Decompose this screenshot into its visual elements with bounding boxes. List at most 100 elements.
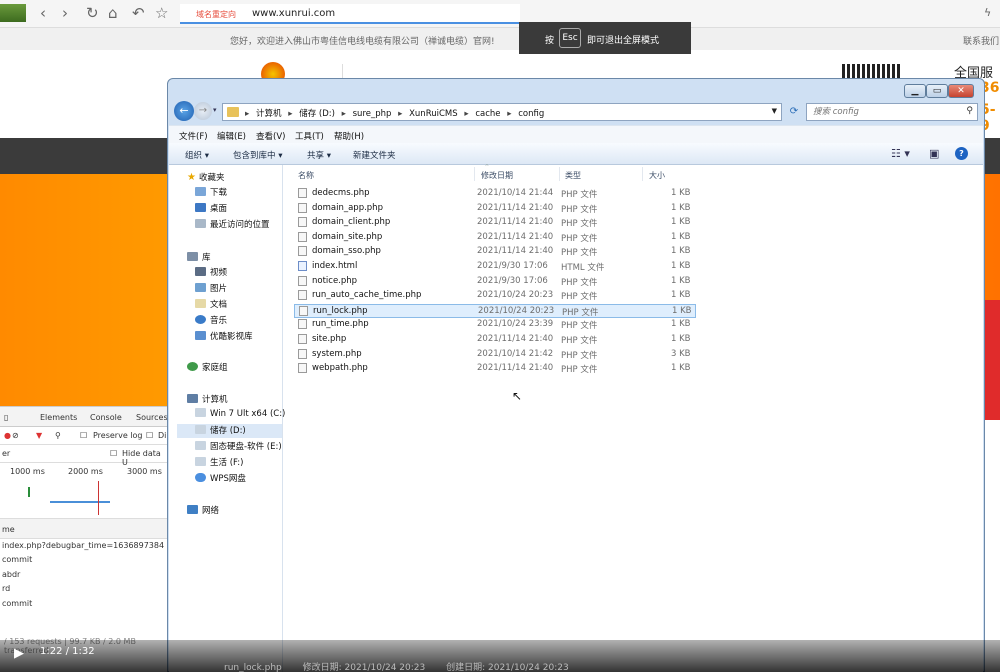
request-row[interactable]: abdr: [0, 570, 168, 584]
breadcrumb-item[interactable]: 储存 (D:): [299, 109, 335, 119]
file-type: PHP 文件: [561, 204, 598, 215]
dock-icon[interactable]: ▯: [4, 413, 8, 422]
nav-recent[interactable]: 最近访问的位置: [195, 218, 270, 232]
nav-youku-library[interactable]: 优酷影视库: [195, 330, 253, 344]
column-divider[interactable]: [642, 167, 643, 181]
undo-icon[interactable]: ↶: [132, 5, 145, 21]
preview-pane-icon[interactable]: ▣: [929, 147, 939, 160]
column-divider[interactable]: [559, 167, 560, 181]
nav-network[interactable]: 网络: [187, 504, 219, 518]
request-row[interactable]: commit: [0, 555, 168, 569]
nav-pictures[interactable]: 图片: [195, 282, 227, 296]
nav-documents[interactable]: 文档: [195, 298, 227, 312]
column-header-size[interactable]: 大小: [649, 165, 689, 183]
column-header-type[interactable]: 类型: [565, 165, 645, 183]
play-icon[interactable]: ▶: [14, 646, 24, 661]
favorite-star-icon[interactable]: ☆: [155, 5, 168, 21]
nav-videos[interactable]: 视频: [195, 266, 227, 280]
breadcrumb-item[interactable]: sure_php: [353, 109, 392, 119]
nav-homegroup[interactable]: 家庭组: [187, 361, 228, 375]
nav-desktop[interactable]: 桌面: [195, 202, 227, 216]
home-icon[interactable]: ⌂: [108, 5, 118, 21]
reload-icon[interactable]: ↻: [86, 5, 99, 21]
menu-help[interactable]: 帮助(H): [334, 130, 364, 142]
tab-thumbnail[interactable]: [0, 4, 26, 22]
file-row[interactable]: domain_client.php 2021/11/14 21:40 PHP 文件 1…: [294, 216, 696, 230]
organize-button[interactable]: 组织 ▾: [185, 149, 209, 161]
filter-icon[interactable]: ▼: [36, 431, 42, 440]
file-row[interactable]: dedecms.php 2021/10/14 21:44 PHP 文件 1 KB: [294, 187, 696, 201]
maximize-button[interactable]: ▭: [926, 84, 948, 98]
file-row[interactable]: domain_app.php 2021/11/14 21:40 PHP 文件 1 KB: [294, 202, 696, 216]
clear-icon[interactable]: ⊘: [12, 431, 19, 440]
nav-libraries[interactable]: 库: [187, 251, 211, 265]
search-icon[interactable]: ⚲: [966, 106, 973, 116]
new-folder-button[interactable]: 新建文件夹: [353, 149, 396, 161]
file-row[interactable]: notice.php 2021/9/30 17:06 PHP 文件 1 KB: [294, 275, 696, 289]
breadcrumb-item[interactable]: cache: [475, 109, 500, 119]
request-row[interactable]: commit: [0, 599, 168, 613]
nav-music[interactable]: 音乐: [195, 314, 227, 328]
request-row[interactable]: index.php?debugbar_time=1636897384: [0, 541, 168, 555]
nav-wps-drive[interactable]: WPS网盘: [195, 472, 246, 486]
history-dropdown-icon[interactable]: ▾: [213, 106, 217, 114]
filter-input[interactable]: er: [2, 449, 10, 458]
file-row[interactable]: site.php 2021/11/14 21:40 PHP 文件 1 KB: [294, 333, 696, 347]
tab-sources[interactable]: Sources: [136, 413, 168, 422]
search-input[interactable]: [807, 104, 955, 120]
back-button[interactable]: ←: [174, 101, 194, 121]
nav-favorites[interactable]: ★ 收藏夹: [187, 171, 224, 185]
breadcrumb-item[interactable]: config: [518, 109, 544, 119]
column-header-modified[interactable]: 修改日期: [481, 165, 561, 183]
nav-drive-e[interactable]: 固态硬盘-软件 (E:): [195, 440, 282, 454]
preserve-log-checkbox[interactable]: ☐: [80, 431, 87, 440]
forward-button[interactable]: →: [194, 102, 212, 120]
record-icon[interactable]: ●: [4, 431, 11, 440]
file-row[interactable]: domain_site.php 2021/11/14 21:40 PHP 文件 1 K…: [294, 231, 696, 245]
devtools-panel: ▯ Elements Console Sources ● ⊘ ▼ ⚲ ☐ Pre…: [0, 406, 168, 655]
hide-data-checkbox[interactable]: ☐: [110, 449, 117, 458]
contact-link[interactable]: 联系我们: [963, 34, 999, 47]
nav-drive-c[interactable]: Win 7 Ult x64 (C:): [195, 408, 285, 422]
menu-edit[interactable]: 编辑(E): [217, 130, 246, 142]
back-icon[interactable]: ‹: [40, 5, 46, 21]
file-row[interactable]: run_auto_cache_time.php 2021/10/24 20:23 P…: [294, 289, 696, 303]
refresh-icon[interactable]: ⟳: [786, 103, 802, 121]
minimize-button[interactable]: ▁: [904, 84, 926, 98]
nav-drive-d[interactable]: 储存 (D:): [177, 424, 282, 438]
share-button[interactable]: 共享 ▾: [307, 149, 331, 161]
explorer-address-bar[interactable]: ▸ 计算机 ▸ 储存 (D:) ▸ sure_php ▸ XunRuiCMS ▸…: [222, 103, 782, 121]
nav-computer[interactable]: 计算机: [187, 393, 228, 407]
forward-icon[interactable]: ›: [62, 5, 68, 21]
tab-console[interactable]: Console: [90, 413, 122, 422]
search-icon[interactable]: ⚲: [55, 431, 61, 440]
file-row[interactable]: system.php 2021/10/14 21:42 PHP 文件 3 KB: [294, 348, 696, 362]
menu-tools[interactable]: 工具(T): [295, 130, 324, 142]
file-row[interactable]: run_time.php 2021/10/24 23:39 PHP 文件 1 KB: [294, 318, 696, 332]
close-button[interactable]: ✕: [948, 84, 974, 98]
request-row[interactable]: rd: [0, 584, 168, 598]
tab-elements[interactable]: Elements: [40, 413, 77, 422]
nav-downloads[interactable]: 下载: [195, 186, 227, 200]
file-row[interactable]: webpath.php 2021/11/14 21:40 PHP 文件 1 KB: [294, 362, 696, 376]
address-bar[interactable]: 域名重定向 www.xunrui.com: [180, 4, 520, 24]
disable-cache-checkbox[interactable]: ☐: [146, 431, 153, 440]
menu-view[interactable]: 查看(V): [256, 130, 285, 142]
file-row[interactable]: domain_sso.php 2021/11/14 21:40 PHP 文件 1 KB: [294, 245, 696, 259]
view-options-icon[interactable]: ☷ ▾: [891, 147, 910, 160]
include-in-library-button[interactable]: 包含到库中 ▾: [233, 149, 282, 161]
address-dropdown-icon[interactable]: ▼: [772, 107, 777, 115]
help-icon[interactable]: ?: [955, 147, 968, 160]
breadcrumb-item[interactable]: XunRuiCMS: [409, 109, 458, 119]
name-column-header[interactable]: me: [0, 519, 168, 539]
nav-drive-f[interactable]: 生活 (F:): [195, 456, 243, 470]
file-row[interactable]: run_lock.php 2021/10/24 20:23 PHP 文件 1 KB: [294, 303, 696, 318]
breadcrumb-item[interactable]: 计算机: [256, 109, 282, 119]
file-row[interactable]: index.html 2021/9/30 17:06 HTML 文件 1 KB: [294, 260, 696, 274]
file-size: 1 KB: [671, 363, 691, 374]
file-modified: 2021/10/14 21:44: [477, 188, 554, 198]
column-header-name[interactable]: 名称: [298, 165, 478, 183]
column-divider[interactable]: [474, 167, 475, 181]
lightning-icon[interactable]: ϟ: [984, 5, 991, 21]
menu-file[interactable]: 文件(F): [179, 130, 208, 142]
